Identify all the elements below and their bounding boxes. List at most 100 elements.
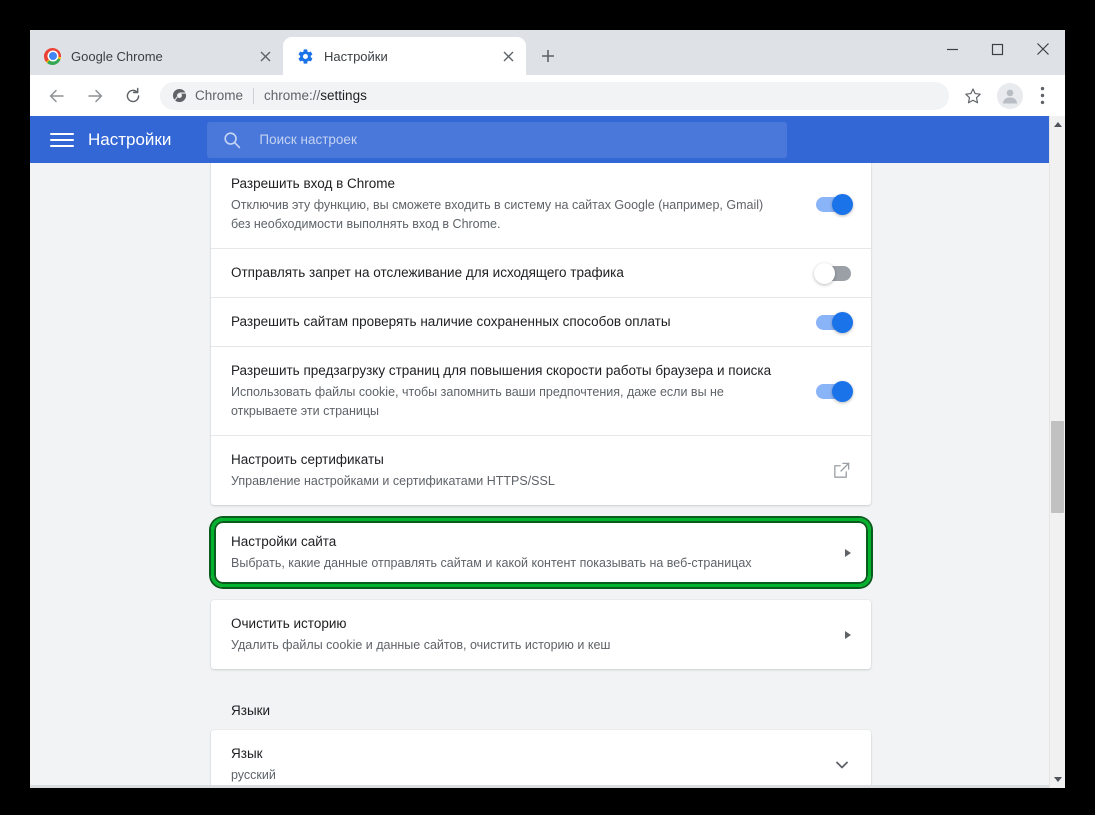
search-input[interactable]	[257, 131, 772, 148]
triangle-up	[1053, 122, 1062, 127]
forward-icon[interactable]	[81, 82, 109, 110]
settings-row-manage-certificates[interactable]: Настроить сертификаты Управление настрой…	[211, 435, 871, 505]
gear-icon	[297, 48, 314, 65]
browser-toolbar: Chrome chrome://settings	[30, 75, 1065, 116]
settings-page: Синхронизация сервисов Google Остальные …	[30, 116, 1065, 788]
settings-row-do-not-track[interactable]: Отправлять запрет на отслеживание для ис…	[211, 248, 871, 297]
page-title: Настройки	[88, 129, 172, 149]
row-control[interactable]	[816, 311, 853, 333]
toggle-switch[interactable]	[816, 311, 853, 333]
row-texts: Язык русский	[231, 744, 833, 785]
toggle-switch[interactable]	[816, 193, 853, 215]
section-heading-languages: Языки	[231, 703, 271, 718]
browser-menu-icon[interactable]	[1029, 82, 1055, 110]
settings-scroll-region: Синхронизация сервисов Google Остальные …	[30, 116, 1049, 788]
site-settings-card: Настройки сайта Выбрать, какие данные от…	[211, 518, 871, 587]
chrome-logo-icon	[44, 47, 61, 65]
search-icon	[223, 131, 241, 149]
row-texts: Разрешить вход в Chrome Отключив эту фун…	[231, 174, 816, 234]
scrollbar-arrow-down-icon[interactable]	[1050, 771, 1065, 788]
row-texts: Разрешить предзагрузку страниц для повыш…	[231, 361, 816, 421]
triangle-down	[1053, 777, 1062, 782]
omnibox-separator	[253, 87, 255, 104]
external-link-icon	[832, 461, 851, 480]
row-title: Отправлять запрет на отслеживание для ис…	[231, 265, 624, 280]
row-subtitle: Выбрать, какие данные отправлять сайтам …	[231, 556, 752, 570]
site-settings-highlight-wrapper: Настройки сайта Выбрать, какие данные от…	[211, 518, 871, 587]
bookmark-star-icon[interactable]	[959, 82, 987, 110]
reload-icon[interactable]	[119, 82, 147, 110]
settings-row-preload-pages[interactable]: Разрешить предзагрузку страниц для повыш…	[211, 346, 871, 435]
chevron-down-icon	[833, 756, 851, 774]
omnibox-url-scheme: chrome://	[264, 88, 321, 103]
browser-tab-settings[interactable]: Настройки	[283, 37, 526, 75]
row-title: Язык	[231, 746, 263, 761]
close-icon[interactable]	[498, 46, 518, 66]
tab-title: Настройки	[324, 48, 388, 64]
settings-row-allow-chrome-signin[interactable]: Разрешить вход в Chrome Отключив эту фун…	[211, 159, 871, 248]
page-bottom-edge	[30, 785, 1049, 788]
toggle-knob	[832, 193, 853, 215]
search-box[interactable]	[207, 121, 788, 158]
row-control[interactable]	[845, 630, 851, 639]
clear-history-card: Очистить историю Удалить файлы cookie и …	[211, 600, 871, 669]
row-control[interactable]	[816, 193, 853, 215]
minimize-icon[interactable]	[930, 30, 975, 68]
row-title: Разрешить вход в Chrome	[231, 176, 396, 191]
toggle-switch[interactable]	[814, 262, 851, 284]
tab-title: Google Chrome	[71, 48, 163, 64]
maximize-icon[interactable]	[975, 30, 1020, 68]
row-subtitle: Управление настройками и сертификатами H…	[231, 474, 555, 488]
row-control[interactable]	[833, 756, 851, 774]
row-subtitle: Использовать файлы cookie, чтобы запомни…	[231, 385, 724, 418]
vertical-scrollbar[interactable]	[1049, 116, 1065, 788]
toggle-knob	[814, 262, 835, 284]
desktop-background: Google Chrome Настройки Chrome chrome://…	[0, 0, 1095, 815]
scrollbar-thumb[interactable]	[1051, 421, 1064, 513]
close-icon[interactable]	[255, 46, 275, 66]
row-texts: Разрешить сайтам проверять наличие сохра…	[231, 312, 816, 332]
row-title: Настроить сертификаты	[231, 452, 384, 467]
avatar[interactable]	[997, 82, 1023, 109]
row-title: Разрешить сайтам проверять наличие сохра…	[231, 314, 671, 329]
settings-header-bar: Настройки	[30, 116, 1065, 163]
row-control[interactable]	[816, 380, 853, 402]
toggle-switch[interactable]	[816, 380, 853, 402]
row-texts: Отправлять запрет на отслеживание для ис…	[231, 263, 816, 283]
tab-strip: Google Chrome Настройки	[30, 30, 1065, 75]
row-control[interactable]	[814, 262, 851, 284]
row-texts: Очистить историю Удалить файлы cookie и …	[231, 614, 845, 655]
row-subtitle: русский	[231, 768, 276, 782]
back-icon[interactable]	[43, 82, 71, 110]
row-title: Очистить историю	[231, 616, 347, 631]
new-tab-button[interactable]	[534, 42, 562, 70]
browser-tab-google-chrome[interactable]: Google Chrome	[30, 37, 283, 75]
row-subtitle: Удалить файлы cookie и данные сайтов, оч…	[231, 638, 611, 652]
arrow-right-icon	[845, 548, 851, 557]
chrome-circle-icon	[172, 88, 187, 103]
scrollbar-arrow-up-icon[interactable]	[1050, 116, 1065, 133]
chrome-browser-window: Google Chrome Настройки Chrome chrome://…	[30, 30, 1065, 788]
toggle-knob	[832, 380, 853, 402]
omnibox-url: chrome://settings	[264, 88, 367, 103]
arrow-right-icon	[845, 630, 851, 639]
row-subtitle: Отключив эту функцию, вы сможете входить…	[231, 198, 764, 231]
row-texts: Настроить сертификаты Управление настрой…	[231, 450, 832, 491]
hamburger-line	[50, 132, 74, 135]
settings-row-site-settings[interactable]: Настройки сайта Выбрать, какие данные от…	[211, 518, 871, 587]
hamburger-line	[50, 144, 74, 147]
close-icon[interactable]	[1020, 30, 1065, 68]
settings-row-clear-browsing-data[interactable]: Очистить историю Удалить файлы cookie и …	[211, 600, 871, 669]
toggle-knob	[832, 311, 853, 333]
settings-row-payment-methods-check[interactable]: Разрешить сайтам проверять наличие сохра…	[211, 297, 871, 346]
row-texts: Настройки сайта Выбрать, какие данные от…	[231, 532, 845, 573]
row-title: Разрешить предзагрузку страниц для повыш…	[231, 363, 772, 378]
settings-content-column: Синхронизация сервисов Google Остальные …	[211, 116, 871, 788]
row-control[interactable]	[845, 548, 851, 557]
hamburger-icon[interactable]	[50, 128, 74, 152]
languages-card: Язык русский	[211, 730, 871, 788]
row-control[interactable]	[832, 461, 851, 480]
omnibox-url-path: settings	[320, 88, 367, 103]
address-bar[interactable]: Chrome chrome://settings	[160, 81, 949, 110]
settings-row-language[interactable]: Язык русский	[211, 730, 871, 788]
